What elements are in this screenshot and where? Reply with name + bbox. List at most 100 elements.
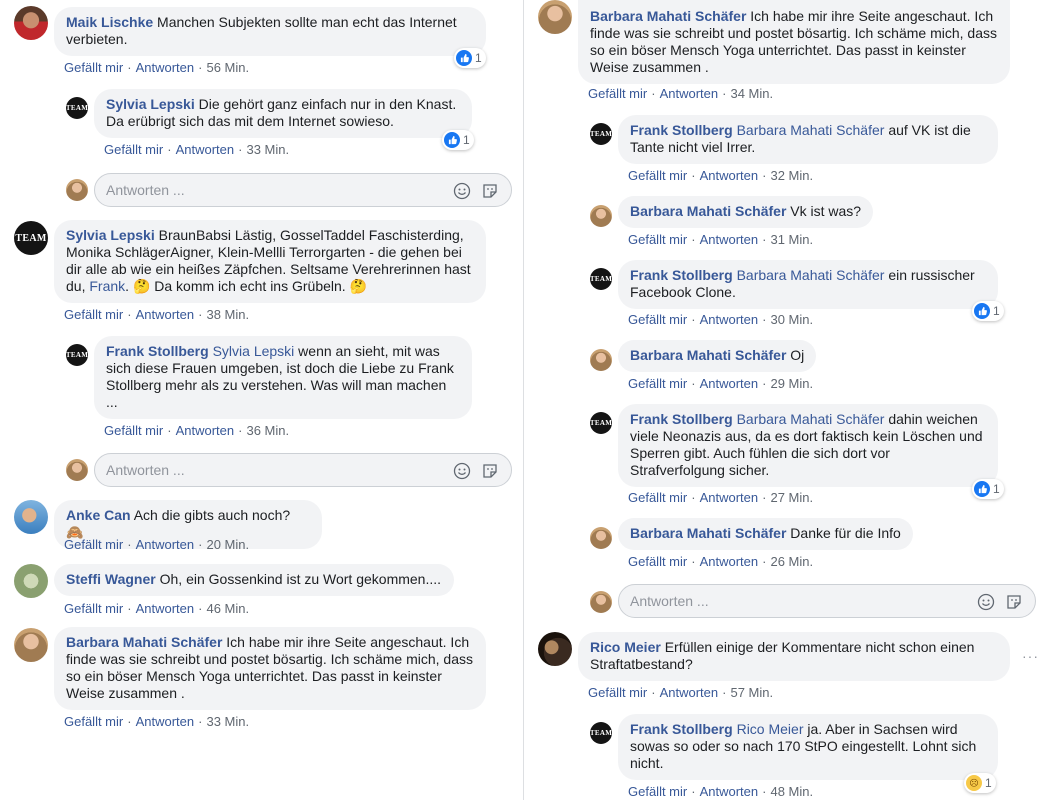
avatar[interactable] (14, 564, 48, 598)
timestamp[interactable]: 20 Min. (206, 537, 249, 552)
timestamp[interactable]: 31 Min. (770, 232, 813, 247)
comment-author[interactable]: Steffi Wagner (66, 571, 156, 587)
timestamp[interactable]: 56 Min. (206, 60, 249, 75)
avatar[interactable] (590, 527, 612, 549)
reply-link[interactable]: Antworten (700, 784, 759, 799)
comment-author[interactable]: Rico Meier (590, 639, 661, 655)
reply-input[interactable]: Antworten ... (94, 173, 512, 207)
comment-author[interactable]: Frank Stollberg (630, 122, 733, 138)
like-link[interactable]: Gefällt mir (64, 537, 123, 552)
avatar[interactable]: TEAM (14, 221, 48, 255)
reply-link[interactable]: Antworten (136, 601, 195, 616)
reply-link[interactable]: Antworten (700, 376, 759, 391)
avatar[interactable] (538, 632, 572, 666)
mention-link[interactable]: Barbara Mahati Schäfer (737, 122, 885, 138)
like-link[interactable]: Gefällt mir (628, 376, 687, 391)
comment-author[interactable]: Barbara Mahati Schäfer (630, 347, 786, 363)
like-link[interactable]: Gefällt mir (588, 685, 647, 700)
reaction-count[interactable]: 1 (972, 479, 1004, 499)
emoji-icon[interactable] (453, 182, 471, 200)
reaction-count[interactable]: 1 (454, 48, 486, 68)
avatar[interactable] (14, 500, 48, 534)
avatar[interactable] (14, 628, 48, 662)
reply-link[interactable]: Antworten (660, 685, 719, 700)
reply-input[interactable]: Antworten ... (618, 584, 1036, 618)
comment-author[interactable]: Barbara Mahati Schäfer (66, 634, 222, 650)
mention-link[interactable]: Frank (89, 278, 125, 294)
timestamp[interactable]: 48 Min. (770, 784, 813, 799)
like-link[interactable]: Gefällt mir (64, 60, 123, 75)
comment-author[interactable]: Maik Lischke (66, 14, 153, 30)
mention-link[interactable]: Barbara Mahati Schäfer (737, 411, 885, 427)
more-options-icon[interactable]: ··· (1022, 648, 1039, 664)
comment-author[interactable]: Anke Can (66, 507, 131, 523)
comment-author[interactable]: Frank Stollberg (106, 343, 209, 359)
comment-author[interactable]: Barbara Mahati Schäfer (630, 203, 786, 219)
timestamp[interactable]: 33 Min. (206, 714, 249, 729)
like-link[interactable]: Gefällt mir (64, 307, 123, 322)
sticker-icon[interactable] (1005, 593, 1023, 611)
avatar[interactable]: TEAM (66, 97, 88, 119)
like-link[interactable]: Gefällt mir (628, 554, 687, 569)
avatar[interactable]: TEAM (590, 722, 612, 744)
mention-link[interactable]: Barbara Mahati Schäfer (737, 267, 885, 283)
like-link[interactable]: Gefällt mir (64, 601, 123, 616)
reply-link[interactable]: Antworten (700, 490, 759, 505)
reply-link[interactable]: Antworten (136, 60, 195, 75)
timestamp[interactable]: 38 Min. (206, 307, 249, 322)
reply-link[interactable]: Antworten (176, 423, 235, 438)
avatar[interactable] (590, 349, 612, 371)
timestamp[interactable]: 30 Min. (770, 312, 813, 327)
reaction-count[interactable]: 1 (442, 130, 474, 150)
avatar[interactable] (538, 0, 572, 34)
comment-author[interactable]: Sylvia Lepski (66, 227, 155, 243)
like-link[interactable]: Gefällt mir (64, 714, 123, 729)
emoji-icon[interactable] (453, 462, 471, 480)
reply-link[interactable]: Antworten (136, 537, 195, 552)
reply-link[interactable]: Antworten (176, 142, 235, 157)
like-link[interactable]: Gefällt mir (628, 232, 687, 247)
comment-author[interactable]: Frank Stollberg (630, 267, 733, 283)
comment-author[interactable]: Barbara Mahati Schäfer (590, 8, 746, 24)
timestamp[interactable]: 33 Min. (246, 142, 289, 157)
avatar[interactable] (590, 205, 612, 227)
like-link[interactable]: Gefällt mir (104, 142, 163, 157)
comment-author[interactable]: Frank Stollberg (630, 411, 733, 427)
reply-link[interactable]: Antworten (136, 714, 195, 729)
avatar[interactable]: TEAM (590, 412, 612, 434)
like-link[interactable]: Gefällt mir (628, 784, 687, 799)
avatar[interactable]: TEAM (590, 123, 612, 145)
like-link[interactable]: Gefällt mir (628, 312, 687, 327)
timestamp[interactable]: 46 Min. (206, 601, 249, 616)
timestamp[interactable]: 27 Min. (770, 490, 813, 505)
reply-link[interactable]: Antworten (700, 168, 759, 183)
reply-link[interactable]: Antworten (700, 312, 759, 327)
comment-author[interactable]: Frank Stollberg (630, 721, 733, 737)
reaction-count[interactable]: ☹ 1 (964, 773, 996, 793)
reaction-count[interactable]: 1 (972, 301, 1004, 321)
mention-link[interactable]: Sylvia Lepski (213, 343, 295, 359)
like-link[interactable]: Gefällt mir (104, 423, 163, 438)
reply-link[interactable]: Antworten (660, 86, 719, 101)
timestamp[interactable]: 32 Min. (770, 168, 813, 183)
avatar[interactable]: TEAM (590, 268, 612, 290)
sticker-icon[interactable] (481, 462, 499, 480)
reply-link[interactable]: Antworten (136, 307, 195, 322)
mention-link[interactable]: Rico Meier (737, 721, 804, 737)
avatar[interactable] (14, 6, 48, 40)
timestamp[interactable]: 34 Min. (730, 86, 773, 101)
avatar[interactable]: TEAM (66, 344, 88, 366)
reply-input[interactable]: Antworten ... (94, 453, 512, 487)
like-link[interactable]: Gefällt mir (628, 490, 687, 505)
emoji-icon[interactable] (977, 593, 995, 611)
like-link[interactable]: Gefällt mir (588, 86, 647, 101)
timestamp[interactable]: 36 Min. (246, 423, 289, 438)
reply-link[interactable]: Antworten (700, 554, 759, 569)
like-link[interactable]: Gefällt mir (628, 168, 687, 183)
comment-author[interactable]: Barbara Mahati Schäfer (630, 525, 786, 541)
comment-author[interactable]: Sylvia Lepski (106, 96, 195, 112)
reply-link[interactable]: Antworten (700, 232, 759, 247)
timestamp[interactable]: 26 Min. (770, 554, 813, 569)
timestamp[interactable]: 57 Min. (730, 685, 773, 700)
timestamp[interactable]: 29 Min. (770, 376, 813, 391)
